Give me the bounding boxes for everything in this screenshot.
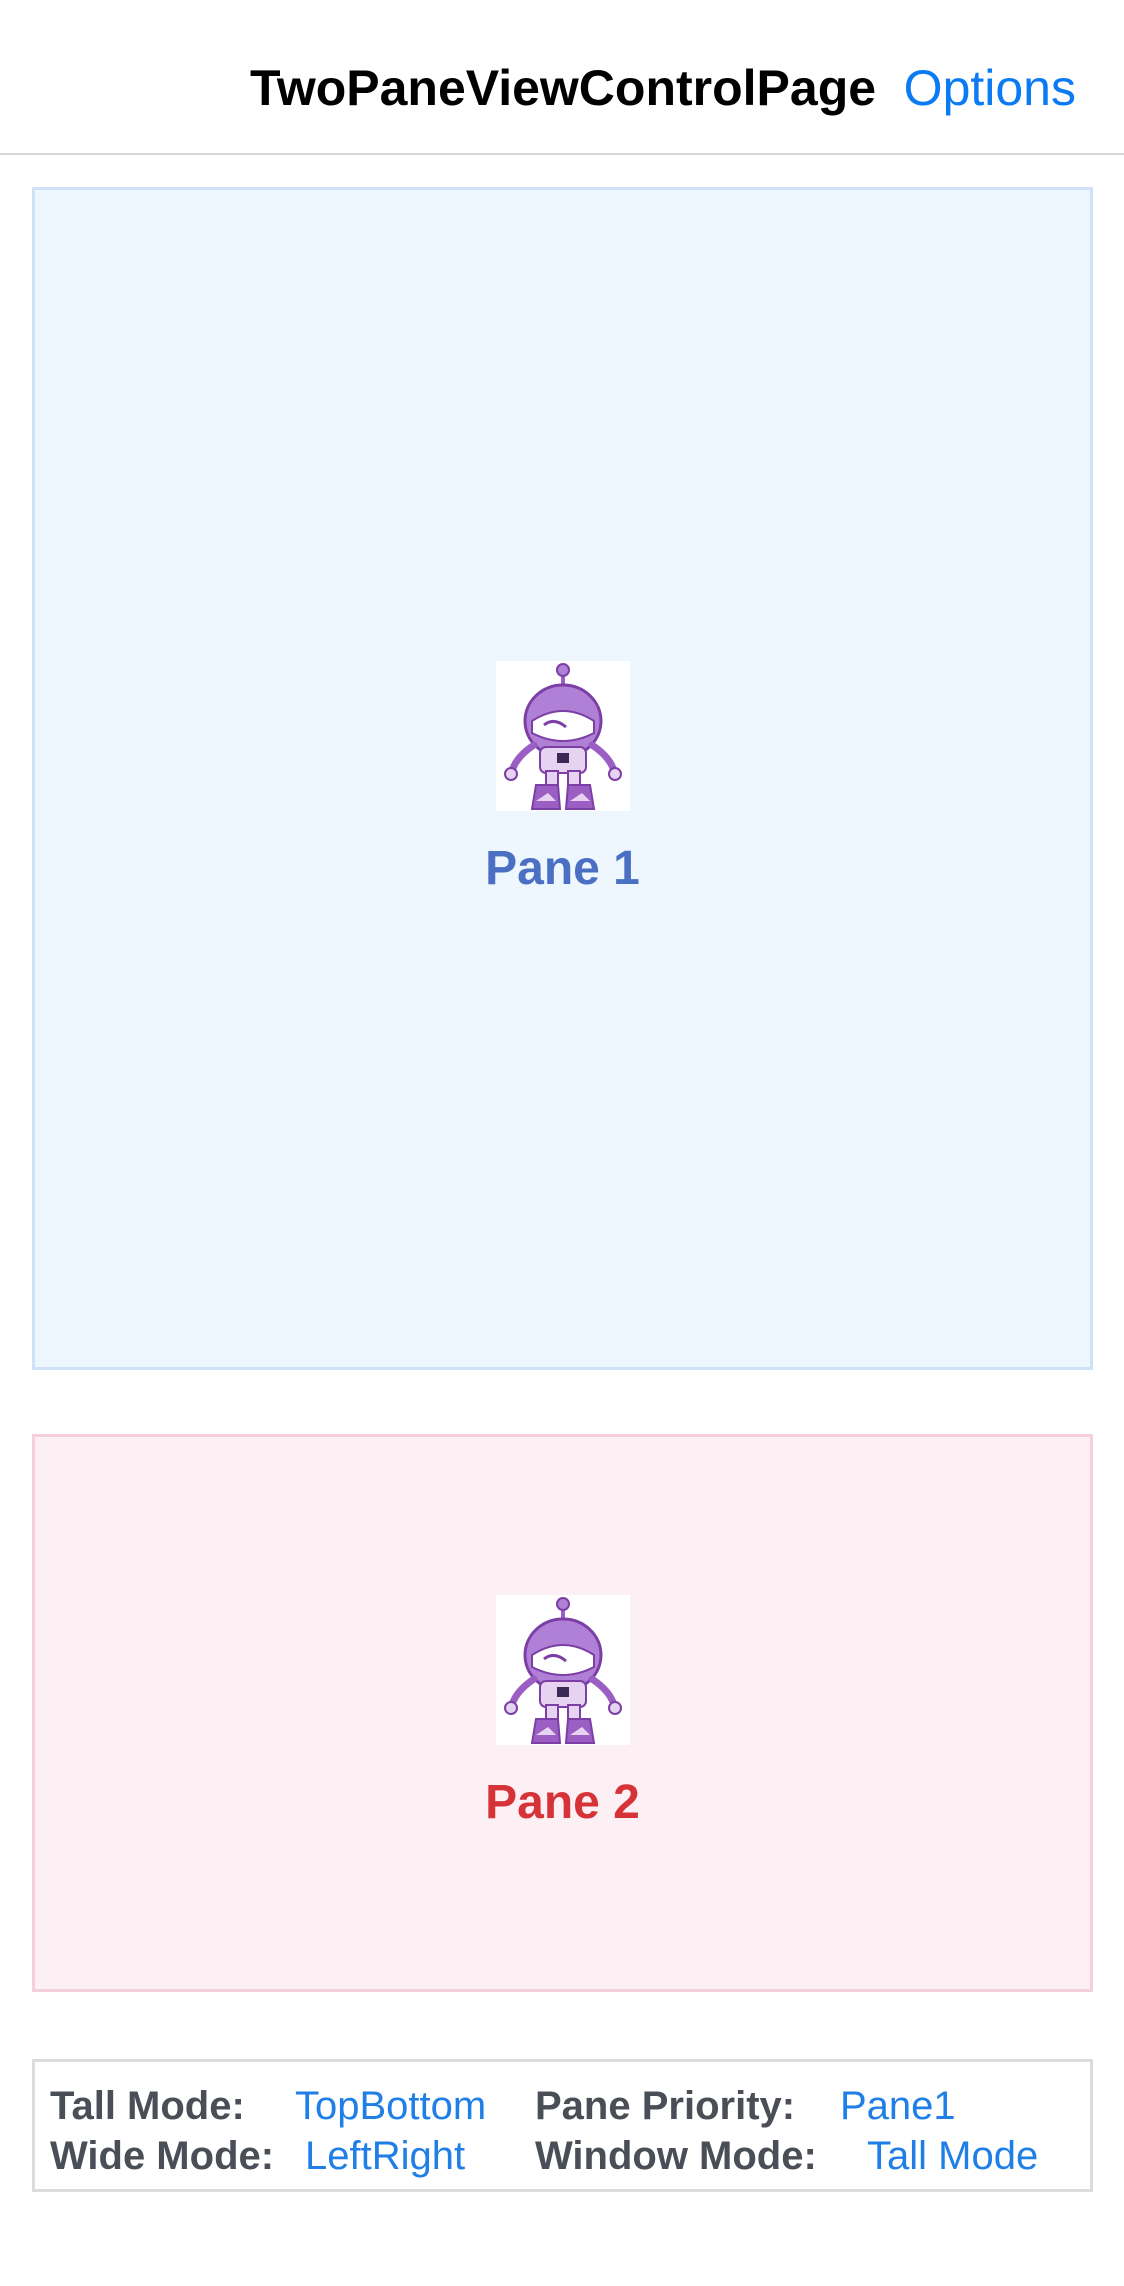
pane-priority-label: Pane Priority: bbox=[535, 2084, 796, 2128]
pane-1: Pane 1 bbox=[32, 187, 1093, 1370]
robot-mascot-icon bbox=[495, 660, 630, 811]
window-mode-label: Window Mode: bbox=[535, 2134, 817, 2178]
settings-info-panel: Tall Mode: TopBottom Pane Priority: Pane… bbox=[32, 2059, 1093, 2192]
wide-mode-label: Wide Mode: bbox=[50, 2134, 275, 2178]
pane-priority-value[interactable]: Pane1 bbox=[840, 2082, 956, 2130]
tall-mode-value[interactable]: TopBottom bbox=[295, 2082, 486, 2130]
wide-mode-value[interactable]: LeftRight bbox=[305, 2132, 465, 2180]
robot-mascot-icon bbox=[495, 1595, 630, 1745]
window-mode-value[interactable]: Tall Mode bbox=[867, 2132, 1038, 2180]
options-button[interactable]: Options bbox=[904, 58, 1076, 118]
pane-2: Pane 2 bbox=[32, 1434, 1093, 1992]
pane-2-label: Pane 2 bbox=[485, 1776, 640, 1829]
tall-mode-label: Tall Mode: bbox=[50, 2084, 245, 2128]
page-title: TwoPaneViewControlPage bbox=[250, 60, 877, 116]
navigation-bar: TwoPaneViewControlPage Options bbox=[0, 0, 1124, 155]
pane-1-label: Pane 1 bbox=[485, 841, 640, 895]
